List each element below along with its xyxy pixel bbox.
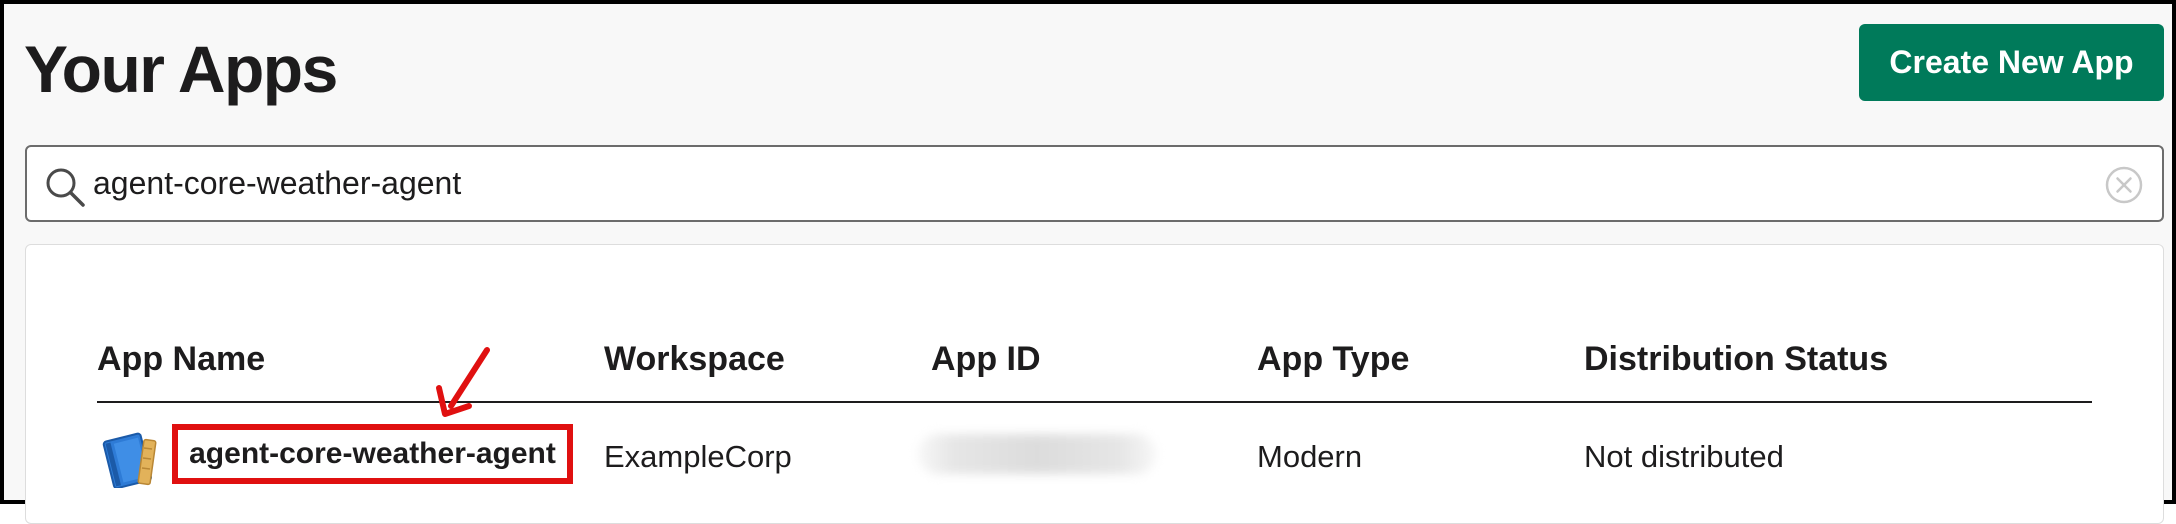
table-header-divider	[97, 401, 2092, 403]
app-id-cell-redacted	[918, 434, 1156, 474]
column-header-app-type: App Type	[1257, 340, 1410, 378]
clear-search-icon[interactable]	[2104, 165, 2144, 205]
column-header-app-id: App ID	[931, 340, 1041, 378]
search-icon	[46, 168, 85, 207]
workspace-cell: ExampleCorp	[604, 439, 792, 474]
app-type-cell: Modern	[1257, 439, 1363, 474]
search-input[interactable]	[93, 147, 2043, 220]
page-title: Your Apps	[24, 32, 338, 106]
create-new-app-button[interactable]: Create New App	[1859, 24, 2164, 101]
search-bar[interactable]	[25, 145, 2164, 222]
column-header-app-name: App Name	[97, 340, 266, 378]
annotation-arrow	[436, 347, 490, 417]
app-name-highlight: agent-core-weather-agent	[172, 424, 573, 484]
distribution-status-cell: Not distributed	[1584, 439, 1784, 474]
app-window: Your Apps Create New App App Name Worksp…	[0, 0, 2176, 524]
column-header-distribution-status: Distribution Status	[1584, 340, 1889, 378]
app-name-link[interactable]: agent-core-weather-agent	[178, 430, 567, 478]
column-header-workspace: Workspace	[604, 340, 785, 378]
app-icon	[102, 432, 157, 488]
